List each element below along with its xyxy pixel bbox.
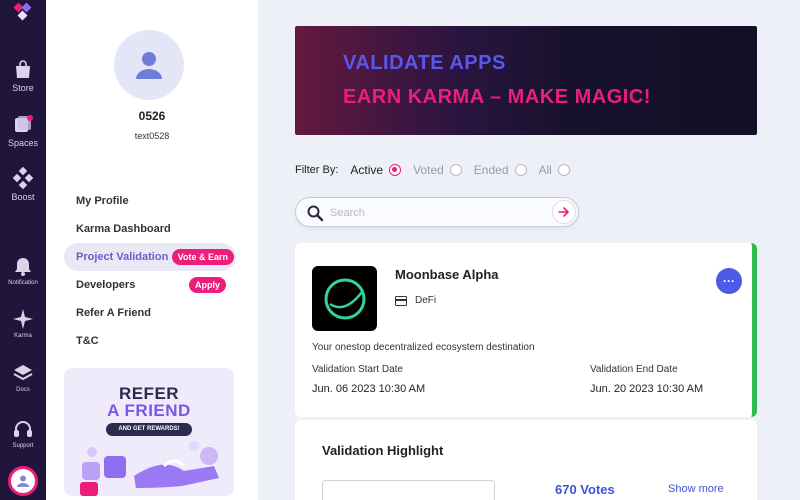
moon-icon: [324, 278, 365, 319]
validate-apps-banner: VALIDATE APPS EARN KARMA – MAKE MAGIC!: [295, 26, 757, 135]
project-name: Moonbase Alpha: [395, 267, 499, 282]
user-avatar-button[interactable]: [8, 466, 38, 496]
rail-item-boost[interactable]: Boost: [0, 167, 46, 202]
project-logo: [312, 266, 377, 331]
apply-badge[interactable]: Apply: [188, 277, 226, 293]
filter-option-label: Active: [350, 163, 384, 177]
votes-count: 670 Votes: [555, 482, 615, 497]
rail-item-label: Boost: [11, 192, 35, 202]
end-date-value: Jun. 20 2023 10:30 AM: [590, 383, 704, 395]
rail-item-label: Support: [12, 443, 34, 449]
sidebar-item-label: Developers: [76, 279, 136, 291]
profile-name: 0526: [138, 109, 166, 123]
sidebar-item-label: T&C: [76, 335, 99, 347]
sidebar-item-terms[interactable]: T&C: [64, 327, 236, 355]
spaces-icon: [15, 115, 33, 132]
promo-illustration: [80, 441, 219, 496]
sidebar-item-label: Refer A Friend: [76, 307, 151, 319]
avatar: [11, 469, 35, 493]
rail-item-spaces[interactable]: Spaces: [0, 113, 46, 148]
user-icon: [136, 52, 162, 79]
show-more-link[interactable]: Show more: [668, 483, 724, 495]
sidebar-item-label: My Profile: [76, 195, 129, 207]
search-submit-button[interactable]: [552, 200, 576, 224]
banner-title: VALIDATE APPS: [343, 52, 506, 74]
rail-item-label: Karma: [14, 333, 32, 339]
rail-item-store[interactable]: Store: [0, 58, 46, 93]
radio-selected[interactable]: [389, 164, 402, 176]
rail-item-docs[interactable]: Docs: [0, 362, 46, 393]
arrow-right-icon: [558, 207, 570, 217]
filter-option-voted[interactable]: Voted: [413, 163, 462, 177]
project-category-label: DeFi: [415, 295, 437, 306]
app-rail: Store Spaces Boost Notification Karma Do…: [0, 0, 46, 500]
profile-avatar[interactable]: [114, 30, 184, 100]
filter-option-label: All: [538, 163, 552, 177]
boost-icon: [12, 167, 34, 189]
rail-item-notification[interactable]: Notification: [0, 255, 46, 286]
sidebar-item-refer-a-friend[interactable]: Refer A Friend: [64, 299, 236, 327]
rail-item-label: Notification: [8, 280, 38, 286]
vote-earn-badge[interactable]: Vote & Earn: [171, 249, 234, 265]
headset-icon: [14, 421, 32, 437]
sidebar-item-project-validation[interactable]: Project Validation Vote & Earn: [64, 243, 236, 271]
banner-subtitle: EARN KARMA – MAKE MAGIC!: [343, 86, 651, 108]
project-category: DeFi: [395, 295, 436, 306]
sidebar-nav: My Profile Karma Dashboard Project Valid…: [64, 187, 236, 355]
radio[interactable]: [449, 164, 462, 176]
more-options-button[interactable]: ···: [716, 268, 742, 294]
rail-item-label: Docs: [16, 387, 30, 393]
user-icon: [17, 475, 29, 487]
highlight-title: Validation Highlight: [322, 443, 444, 458]
sidebar-item-karma-dashboard[interactable]: Karma Dashboard: [64, 215, 236, 243]
rail-item-karma[interactable]: Karma: [0, 308, 46, 339]
sidebar-item-my-profile[interactable]: My Profile: [64, 187, 236, 215]
bag-icon: [16, 60, 30, 78]
filter-option-all[interactable]: All: [539, 163, 570, 177]
validation-highlight-card: Validation Highlight 670 Votes Show more: [295, 420, 757, 500]
app-logo-icon[interactable]: [12, 2, 34, 24]
sidebar-item-label: Karma Dashboard: [76, 223, 171, 235]
filter-label: Filter By:: [295, 164, 339, 176]
filter-option-active[interactable]: Active: [350, 163, 402, 177]
filter-option-label: Voted: [413, 163, 444, 177]
rail-item-label: Store: [12, 83, 34, 93]
highlight-box: [322, 480, 495, 500]
card-icon: [395, 295, 407, 306]
refer-a-friend-promo[interactable]: REFER A FRIEND AND GET REWARDS!: [64, 368, 234, 496]
radio[interactable]: [557, 164, 570, 176]
filter-option-label: Ended: [473, 163, 509, 177]
search-input[interactable]: [330, 204, 530, 222]
layers-icon: [13, 365, 33, 381]
profile-handle: text0528: [134, 131, 170, 141]
search-icon: [307, 205, 324, 222]
bell-icon: [15, 258, 31, 276]
search-box: [295, 197, 579, 227]
sidebar-item-developers[interactable]: Developers Apply: [64, 271, 236, 299]
start-date-value: Jun. 06 2023 10:30 AM: [312, 383, 426, 395]
project-card[interactable]: Moonbase Alpha DeFi ··· Your onestop dec…: [295, 243, 757, 417]
radio[interactable]: [514, 164, 527, 176]
rail-item-support[interactable]: Support: [0, 418, 46, 449]
promo-subtitle: A FRIEND: [107, 401, 191, 420]
rail-item-label: Spaces: [7, 138, 39, 148]
project-description: Your onestop decentralized ecosystem des…: [312, 342, 535, 353]
sidebar-item-label: Project Validation: [76, 251, 169, 263]
promo-tag: AND GET REWARDS!: [106, 423, 192, 436]
start-date-label: Validation Start Date: [312, 364, 403, 375]
sparkle-icon: [13, 309, 33, 329]
filter-option-ended[interactable]: Ended: [474, 163, 527, 177]
end-date-label: Validation End Date: [590, 364, 678, 375]
filter-bar: Filter By: Active Voted Ended All: [295, 162, 582, 178]
